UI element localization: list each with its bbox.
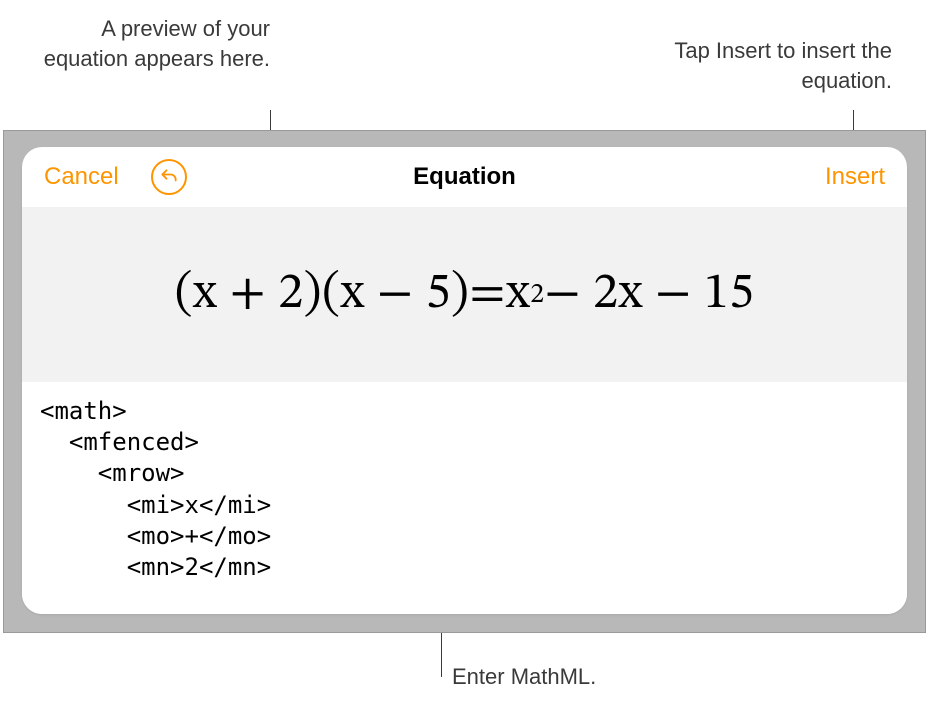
cancel-button[interactable]: Cancel [44, 163, 119, 191]
callout-insert: Tap Insert to insert the equation. [632, 36, 892, 95]
insert-button[interactable]: Insert [825, 163, 885, 191]
undo-icon [159, 167, 179, 187]
preview-lhs-factor-1: (x + 2) [175, 263, 322, 326]
dialog-frame: Cancel Equation Insert (x + 2)(x − 5) = … [3, 130, 926, 633]
undo-button[interactable] [151, 159, 187, 195]
preview-equals: = [469, 263, 506, 326]
dialog-header: Cancel Equation Insert [22, 147, 907, 207]
mathml-input[interactable]: <math> <mfenced> <mrow> <mi>x</mi> <mo>+… [22, 382, 907, 614]
callout-mathml: Enter MathML. [452, 664, 596, 690]
equation-dialog: Cancel Equation Insert (x + 2)(x − 5) = … [22, 147, 907, 614]
callout-preview: A preview of your equation appears here. [40, 14, 270, 73]
preview-rhs-tail: − 2x − 15 [544, 263, 754, 326]
equation-preview: (x + 2)(x − 5) = x2 − 2x − 15 [22, 207, 907, 382]
preview-lhs-factor-2: (x − 5) [322, 263, 469, 326]
preview-rhs-base: x [506, 263, 530, 326]
